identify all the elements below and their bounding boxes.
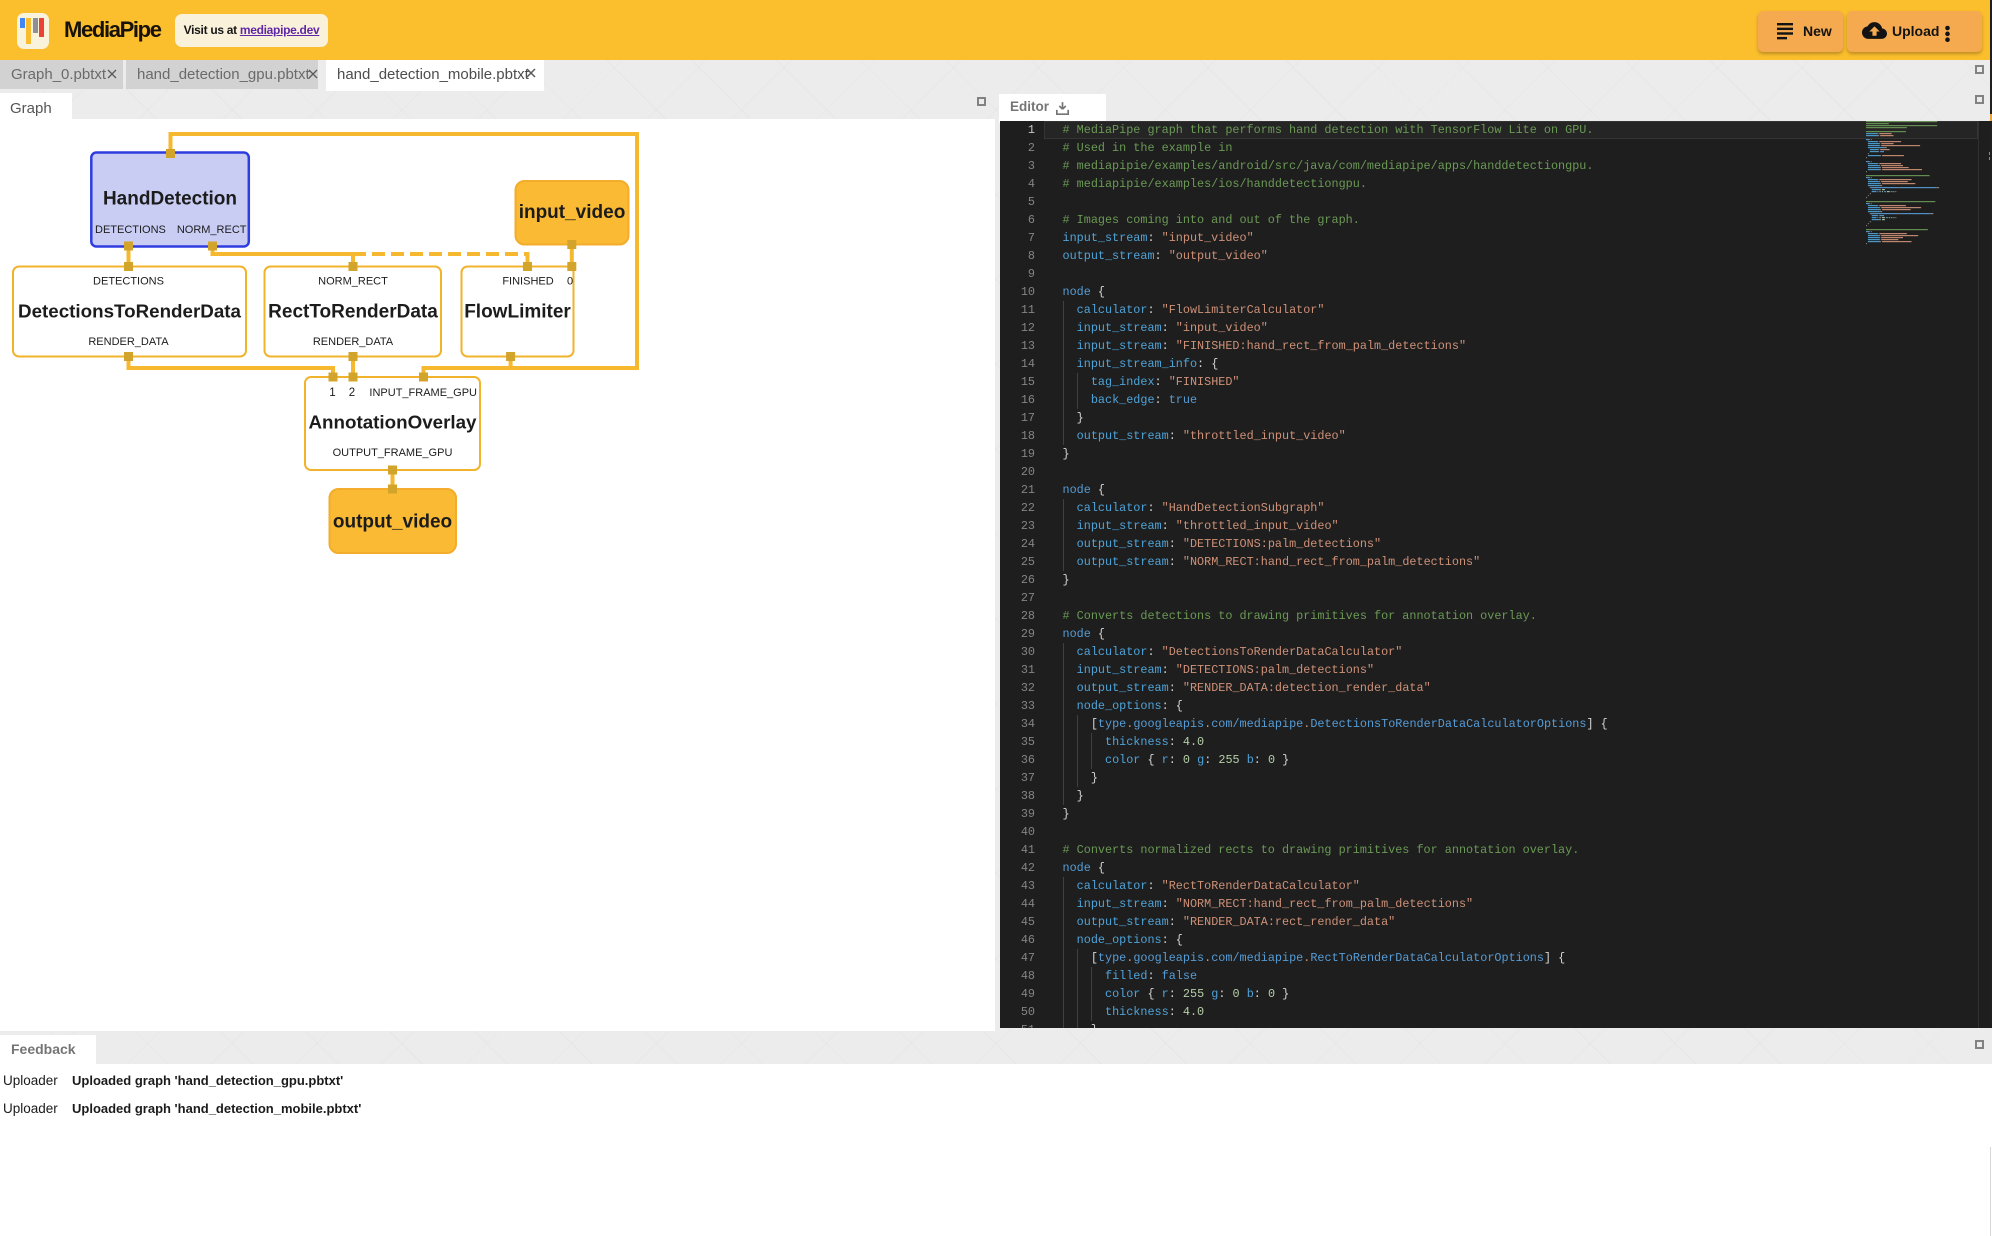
svg-text:output_video: output_video [333, 511, 452, 532]
svg-text:NORM_RECT: NORM_RECT [177, 224, 247, 236]
svg-text:RENDER_DATA: RENDER_DATA [313, 336, 394, 348]
svg-text:1: 1 [329, 387, 335, 399]
svg-text:INPUT_FRAME_GPU: INPUT_FRAME_GPU [369, 387, 477, 399]
svg-text:DETECTIONS: DETECTIONS [93, 275, 164, 287]
svg-text:input_video: input_video [519, 202, 626, 223]
svg-text:OUTPUT_FRAME_GPU: OUTPUT_FRAME_GPU [333, 447, 453, 459]
svg-text:HandDetection: HandDetection [103, 188, 237, 209]
svg-text:2: 2 [349, 387, 355, 399]
svg-text:RectToRenderData: RectToRenderData [268, 301, 438, 322]
svg-text:FINISHED: FINISHED [502, 275, 553, 287]
svg-text:NORM_RECT: NORM_RECT [318, 275, 388, 287]
svg-text:AnnotationOverlay: AnnotationOverlay [308, 411, 477, 432]
svg-text:DETECTIONS: DETECTIONS [95, 224, 166, 236]
svg-text:RENDER_DATA: RENDER_DATA [88, 336, 169, 348]
svg-text:DetectionsToRenderData: DetectionsToRenderData [18, 300, 242, 321]
svg-text:FlowLimiter: FlowLimiter [464, 301, 571, 322]
svg-text:0: 0 [567, 275, 573, 287]
